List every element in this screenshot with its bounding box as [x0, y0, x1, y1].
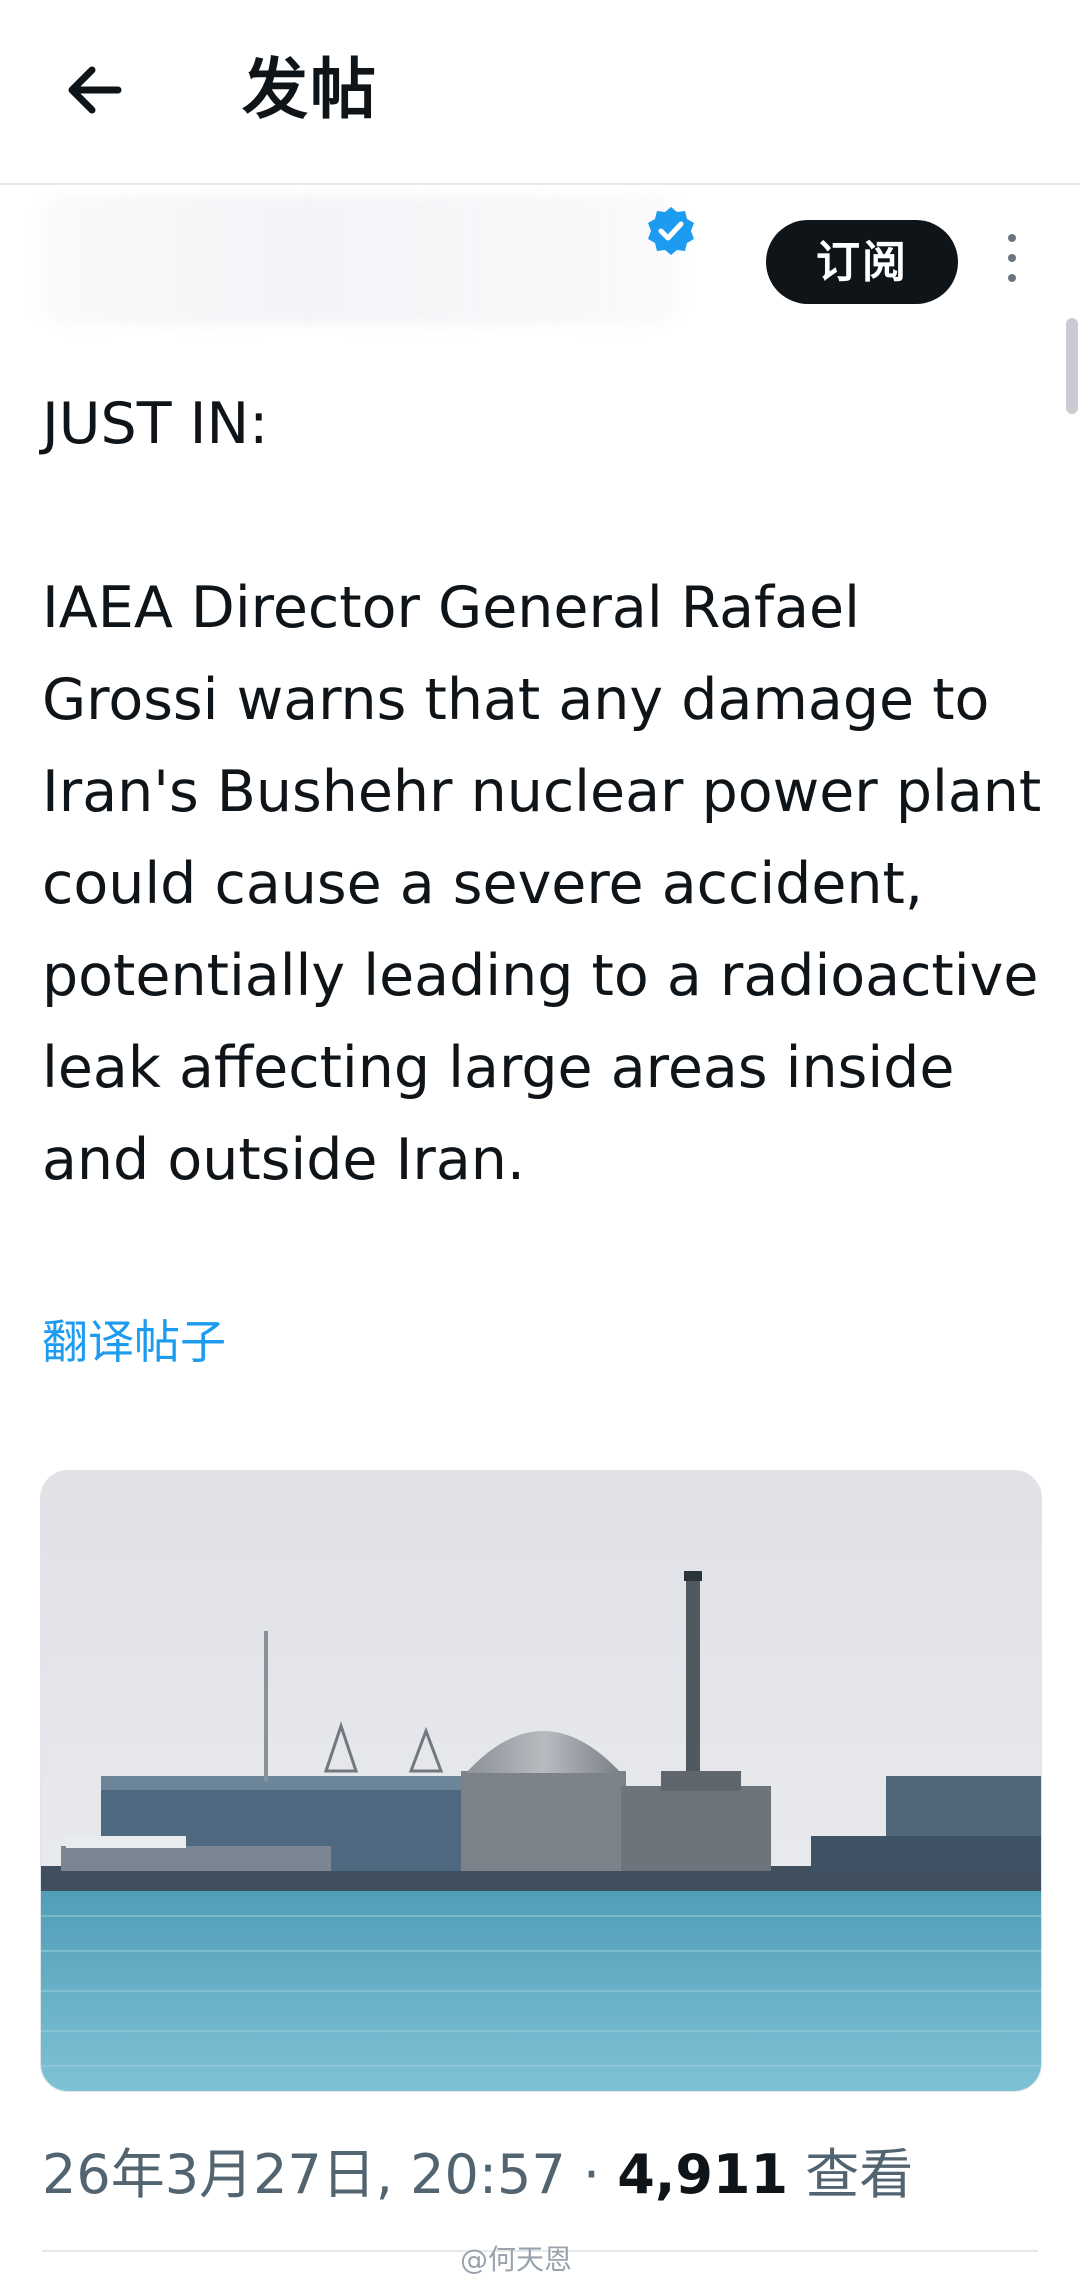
tweet-meta: 26年3月27日, 20:57 · 4,911 查看 [42, 2140, 913, 2210]
subscribe-button[interactable]: 订阅 [766, 220, 958, 304]
blurred-author-name [40, 195, 680, 325]
watermark: @何天恩 [460, 2243, 573, 2276]
top-bar: 发帖 [0, 0, 1080, 185]
timestamp: 26年3月27日, 20:57 [42, 2143, 566, 2206]
scrollbar[interactable] [1066, 318, 1078, 414]
views-count[interactable]: 4,911 [617, 2143, 788, 2206]
back-button[interactable] [58, 52, 134, 128]
tweet-heading: JUST IN: [42, 391, 269, 457]
more-vertical-icon [1000, 234, 1024, 282]
more-options-button[interactable] [1000, 234, 1024, 294]
tweet-text: JUST IN: IAEA Director General Rafael Gr… [42, 378, 1042, 1206]
separator: · [582, 2143, 601, 2206]
arrow-left-icon [68, 66, 122, 114]
author-row[interactable] [0, 195, 720, 335]
tweet-body: IAEA Director General Rafael Grossi warn… [42, 575, 1042, 1193]
tweet-image[interactable] [40, 1470, 1042, 2092]
views-label: 查看 [805, 2143, 914, 2206]
nuclear-plant-photo [41, 1471, 1041, 2091]
page-title: 发帖 [242, 51, 378, 128]
translate-post-link[interactable]: 翻译帖子 [42, 1312, 226, 1372]
verified-badge-icon [648, 207, 694, 255]
